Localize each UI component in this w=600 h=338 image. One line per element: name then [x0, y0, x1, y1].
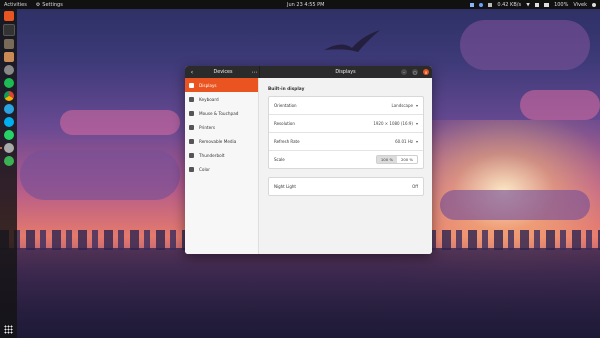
sidebar-item-label: Printers	[199, 124, 216, 130]
keyboard-icon	[189, 96, 194, 102]
resolution-row[interactable]: Resolution 1920 × 1080 (16:9) ▾	[269, 115, 423, 133]
bluetooth-icon[interactable]	[479, 2, 484, 7]
media-icon	[189, 138, 194, 144]
terminal-icon[interactable]	[2, 24, 15, 36]
city-skyline	[0, 230, 600, 338]
color-icon	[189, 166, 194, 172]
network-speed-icon	[488, 2, 493, 7]
display-settings-card: Orientation Landscape ▾ Resolution 1920 …	[268, 96, 424, 169]
refresh-rate-value: 60.01 Hz	[395, 139, 413, 144]
scale-200-button[interactable]: 200 %	[397, 156, 417, 163]
cloud	[440, 190, 590, 220]
sidebar-item-label: Removable Media	[199, 138, 237, 144]
bird-silhouette	[324, 30, 380, 52]
cloud	[60, 110, 180, 135]
display-icon	[189, 82, 194, 88]
power-icon[interactable]	[592, 2, 596, 7]
scale-label: Scale	[274, 157, 285, 162]
resolution-value: 1920 × 1080 (16:9)	[373, 121, 413, 126]
top-bar: Activities ⚙ Settings Jun 23 4:55 PM 0.4…	[0, 0, 600, 9]
sidebar-item-color[interactable]: Color	[185, 162, 258, 176]
maximize-icon[interactable]: ▢	[412, 69, 418, 75]
section-title: Built-in display	[268, 87, 305, 92]
resolution-dropdown[interactable]: 1920 × 1080 (16:9) ▾	[373, 121, 418, 126]
user-name[interactable]: Vivek	[573, 2, 587, 8]
battery-percent: 100%	[554, 1, 569, 8]
sidebar-item-removable-media[interactable]: Removable Media	[185, 134, 258, 148]
show-applications-icon[interactable]	[4, 325, 13, 334]
header-bar: ‹ Devices ⋯ Displays – ▢ ×	[185, 66, 432, 78]
app-menu[interactable]: ⚙ Settings	[36, 2, 63, 8]
refresh-rate-label: Refresh Rate	[274, 139, 300, 144]
sidebar-item-keyboard[interactable]: Keyboard	[185, 92, 258, 106]
app-menu-label: Settings	[42, 1, 63, 8]
whatsapp-icon[interactable]	[3, 130, 14, 140]
clock[interactable]: Jun 23 4:55 PM	[287, 2, 325, 8]
thunderbolt-icon	[189, 152, 194, 158]
night-light-card: Night Light Off	[268, 177, 424, 196]
sidebar: Displays Keyboard Mouse & Touchpad Print…	[185, 78, 259, 254]
resolution-label: Resolution	[274, 121, 295, 126]
back-arrow-icon[interactable]: ‹	[187, 69, 197, 76]
refresh-rate-row[interactable]: Refresh Rate 60.01 Hz ▾	[269, 133, 423, 151]
ubuntu-software-icon[interactable]	[3, 11, 14, 21]
night-light-value: Off	[412, 184, 418, 189]
gear-icon: ⚙	[35, 1, 41, 8]
chrome-icon[interactable]	[3, 91, 14, 101]
skype-icon[interactable]	[3, 117, 14, 127]
window-controls: – ▢ ×	[401, 69, 429, 75]
menu-dots-icon[interactable]: ⋯	[249, 69, 259, 76]
panel-title: Devices	[213, 69, 233, 75]
sidebar-item-thunderbolt[interactable]: Thunderbolt	[185, 148, 258, 162]
printer-icon	[189, 124, 194, 130]
spotify-icon[interactable]	[3, 78, 14, 88]
cloud	[460, 20, 590, 70]
screenshot-icon[interactable]	[3, 65, 14, 75]
orientation-row[interactable]: Orientation Landscape ▾	[269, 97, 423, 115]
help-icon[interactable]	[3, 156, 14, 166]
system-tray[interactable]: 0.42 KB/s 100% Vivek	[470, 2, 596, 8]
chevron-down-icon: ▾	[415, 139, 418, 144]
displays-panel: Built-in display Orientation Landscape ▾…	[259, 78, 432, 254]
cloud	[520, 90, 600, 120]
night-light-label: Night Light	[274, 184, 296, 189]
dropbox-icon[interactable]	[470, 2, 475, 7]
battery-icon[interactable]	[544, 2, 550, 7]
telegram-icon[interactable]	[3, 104, 14, 114]
orientation-dropdown[interactable]: Landscape ▾	[391, 103, 418, 108]
activities-button[interactable]: Activities	[4, 2, 27, 8]
chevron-down-icon: ▾	[415, 121, 418, 126]
close-icon[interactable]: ×	[423, 69, 429, 75]
archive-icon[interactable]	[3, 52, 14, 62]
refresh-rate-dropdown[interactable]: 60.01 Hz ▾	[395, 139, 418, 144]
sidebar-header: ‹ Devices ⋯	[185, 66, 260, 78]
settings-icon[interactable]	[0, 143, 14, 153]
sidebar-item-label: Displays	[199, 82, 217, 88]
settings-window: ‹ Devices ⋯ Displays – ▢ × Displays Keyb…	[185, 66, 432, 254]
mouse-icon	[189, 110, 194, 116]
network-speed: 0.42 KB/s	[497, 1, 522, 8]
sidebar-item-label: Color	[199, 166, 210, 172]
orientation-label: Orientation	[274, 103, 297, 108]
night-light-row[interactable]: Night Light Off	[269, 178, 423, 195]
scale-toggle: 100 % 200 %	[375, 155, 418, 164]
minimize-icon[interactable]: –	[401, 69, 407, 75]
sidebar-item-label: Thunderbolt	[199, 152, 225, 158]
sidebar-item-label: Keyboard	[199, 96, 219, 102]
sidebar-item-displays[interactable]: Displays	[185, 78, 258, 92]
scale-row: Scale 100 % 200 %	[269, 151, 423, 168]
sidebar-item-label: Mouse & Touchpad	[199, 110, 239, 116]
scale-100-button[interactable]: 100 %	[376, 156, 397, 163]
chevron-down-icon: ▾	[415, 103, 418, 108]
dock	[0, 9, 17, 338]
files-icon[interactable]	[3, 39, 14, 49]
orientation-value: Landscape	[391, 103, 413, 108]
volume-icon[interactable]	[535, 2, 540, 7]
sidebar-item-mouse-touchpad[interactable]: Mouse & Touchpad	[185, 106, 258, 120]
sidebar-item-printers[interactable]: Printers	[185, 120, 258, 134]
cloud	[20, 150, 180, 200]
window-body: Displays Keyboard Mouse & Touchpad Print…	[185, 78, 432, 254]
wifi-icon[interactable]	[526, 2, 531, 7]
